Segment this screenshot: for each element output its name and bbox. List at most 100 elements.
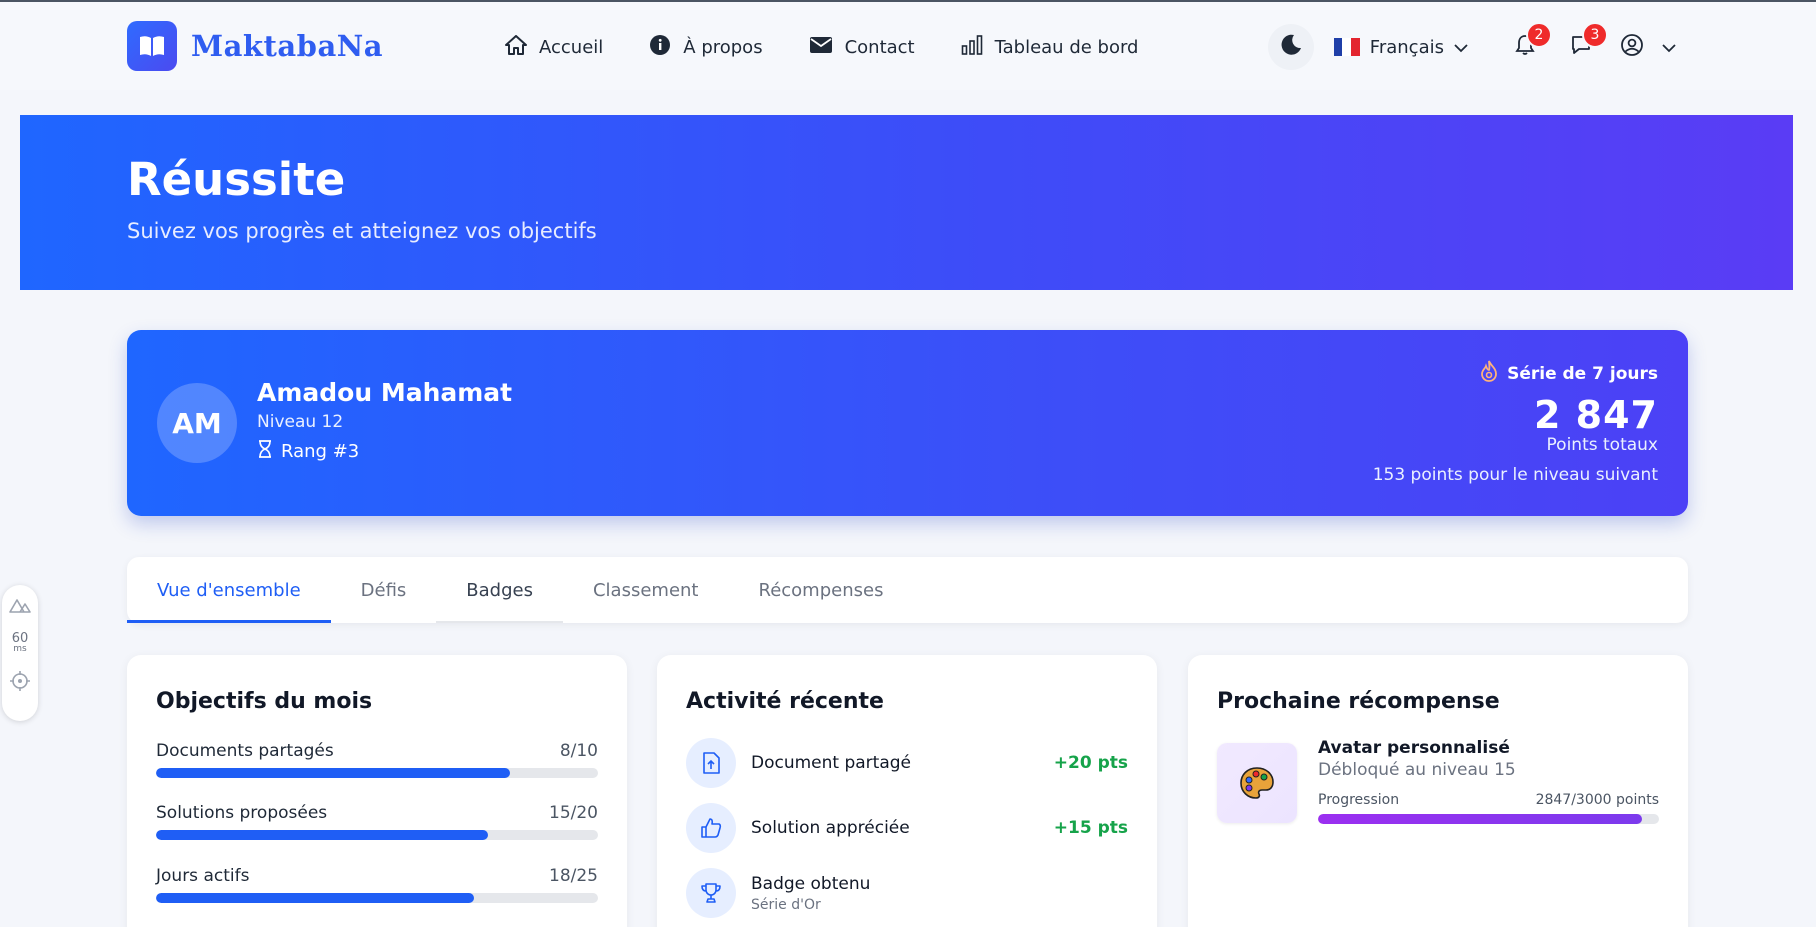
monthly-goals-card: Objectifs du mois Documents partagés 8/10…	[127, 655, 627, 927]
activity-item: Badge obtenu Série d'Or	[686, 868, 1128, 918]
file-upload-icon	[686, 738, 736, 788]
goal-count: 15/20	[549, 803, 598, 823]
user-level: Niveau 12	[257, 412, 344, 432]
goal-count: 18/25	[549, 866, 598, 886]
nav-link-about[interactable]: À propos	[649, 34, 763, 61]
info-icon	[649, 34, 671, 61]
activity-item: Solution appréciée +15 pts	[686, 803, 1128, 853]
activity-label: Solution appréciée	[751, 818, 910, 838]
home-icon	[505, 34, 527, 60]
nav-actions: Français 2 3	[1267, 22, 1676, 72]
reward-progress-label: Progression	[1318, 792, 1400, 808]
points-summary: Série de 7 jours 2 847 Points totaux 153…	[1373, 360, 1658, 485]
activity-label: Document partagé	[751, 753, 912, 773]
goal-label: Documents partagés	[156, 741, 334, 761]
render-time: 60 ms	[12, 632, 29, 655]
goal-progress-fill	[156, 893, 475, 903]
user-circle-icon	[1620, 33, 1644, 61]
hourglass-icon	[257, 440, 273, 463]
nav-link-home[interactable]: Accueil	[505, 34, 604, 60]
theme-toggle-button[interactable]	[1267, 24, 1314, 70]
mail-icon	[809, 36, 833, 59]
nuxt-logo-icon	[9, 597, 31, 617]
chart-icon	[961, 34, 983, 60]
user-name: Amadou Mahamat	[257, 378, 513, 407]
crosshair-icon[interactable]	[10, 671, 30, 695]
reward-progress-value: 2847/3000 points	[1535, 792, 1659, 808]
notifications-button[interactable]: 2	[1508, 22, 1552, 64]
avatar: AM	[157, 383, 237, 463]
goal-progress-bar	[156, 768, 598, 778]
page-subtitle: Suivez vos progrès et atteignez vos obje…	[127, 219, 597, 243]
language-label: Français	[1369, 36, 1444, 58]
nav-link-label: Tableau de bord	[994, 36, 1139, 58]
tab-badges[interactable]: Badges	[436, 557, 563, 623]
total-points-label: Points totaux	[1546, 435, 1658, 455]
nav-link-label: À propos	[683, 36, 763, 58]
main-nav: Accueil À propos Contact Tableau de bord	[505, 24, 1139, 70]
rank-label: Rang #3	[281, 441, 360, 462]
reward-name: Avatar personnalisé	[1318, 738, 1510, 758]
tab-bar: Vue d'ensemble Défis Badges Classement R…	[127, 557, 1688, 623]
goal-label: Solutions proposées	[156, 803, 328, 823]
activity-sub: Série d'Or	[751, 896, 821, 913]
hero-banner: Réussite Suivez vos progrès et atteignez…	[20, 115, 1793, 290]
card-title: Objectifs du mois	[156, 689, 373, 714]
goal-progress-bar	[156, 893, 598, 903]
goal-label: Jours actifs	[156, 866, 250, 886]
tab-rewards[interactable]: Récompenses	[729, 557, 914, 623]
goal-progress-fill	[156, 830, 488, 840]
activity-points: +20 pts	[1053, 753, 1128, 773]
activity-label: Badge obtenu	[751, 873, 871, 894]
flame-icon	[1479, 360, 1499, 387]
tab-overview[interactable]: Vue d'ensemble	[127, 557, 331, 623]
notifications-count-badge: 2	[1526, 22, 1552, 48]
goal-item: Solutions proposées 15/20	[156, 803, 598, 840]
tab-leaderboard[interactable]: Classement	[563, 557, 729, 623]
moon-icon	[1279, 33, 1303, 61]
reward-unlock: Débloqué au niveau 15	[1318, 760, 1516, 780]
reward-progress-fill	[1318, 814, 1642, 824]
chevron-down-icon	[1454, 37, 1468, 58]
activity-points: +15 pts	[1053, 818, 1128, 838]
render-time-unit: ms	[13, 644, 27, 654]
profile-card: AM Amadou Mahamat Niveau 12 Rang #3 Séri…	[127, 330, 1688, 516]
nav-link-dashboard[interactable]: Tableau de bord	[961, 34, 1139, 60]
language-selector[interactable]: Français	[1333, 36, 1468, 58]
user-menu[interactable]	[1620, 33, 1676, 61]
messages-button[interactable]: 3	[1564, 22, 1608, 64]
card-title: Prochaine récompense	[1217, 689, 1500, 714]
reward-progress: Progression 2847/3000 points	[1318, 792, 1659, 824]
activity-item: Document partagé +20 pts	[686, 738, 1128, 788]
brand-name: MaktabaNa	[191, 29, 384, 63]
card-title: Activité récente	[686, 689, 884, 714]
reward-progress-bar	[1318, 814, 1659, 824]
thumbs-up-icon	[686, 803, 736, 853]
goal-item: Jours actifs 18/25	[156, 866, 598, 903]
devtools-panel[interactable]: 60 ms	[2, 585, 38, 721]
france-flag-icon	[1333, 38, 1360, 56]
streak-text: Série de 7 jours	[1507, 363, 1658, 384]
total-points: 2 847	[1534, 393, 1658, 437]
nav-link-label: Contact	[844, 36, 915, 58]
goal-progress-fill	[156, 768, 510, 778]
recent-activity-card: Activité récente Document partagé +20 pt…	[657, 655, 1157, 927]
messages-count-badge: 3	[1582, 22, 1608, 48]
goal-count: 8/10	[559, 741, 598, 761]
nav-link-contact[interactable]: Contact	[809, 36, 915, 59]
page-title: Réussite	[127, 153, 346, 206]
palette-icon	[1217, 743, 1297, 823]
streak-label: Série de 7 jours	[1373, 360, 1658, 387]
goal-progress-bar	[156, 830, 598, 840]
nav-link-label: Accueil	[539, 36, 604, 58]
goal-item: Documents partagés 8/10	[156, 741, 598, 778]
next-level-info: 153 points pour le niveau suivant	[1372, 465, 1658, 485]
brand-logo[interactable]: MaktabaNa	[127, 21, 383, 71]
next-reward-card: Prochaine récompense Avatar personnalisé…	[1188, 655, 1688, 927]
user-rank: Rang #3	[257, 440, 359, 463]
book-icon	[127, 21, 177, 71]
trophy-icon	[686, 868, 736, 918]
navbar: MaktabaNa Accueil À propos Contact Table…	[0, 2, 1816, 90]
chevron-down-icon	[1662, 38, 1676, 57]
tab-challenges[interactable]: Défis	[331, 557, 437, 623]
